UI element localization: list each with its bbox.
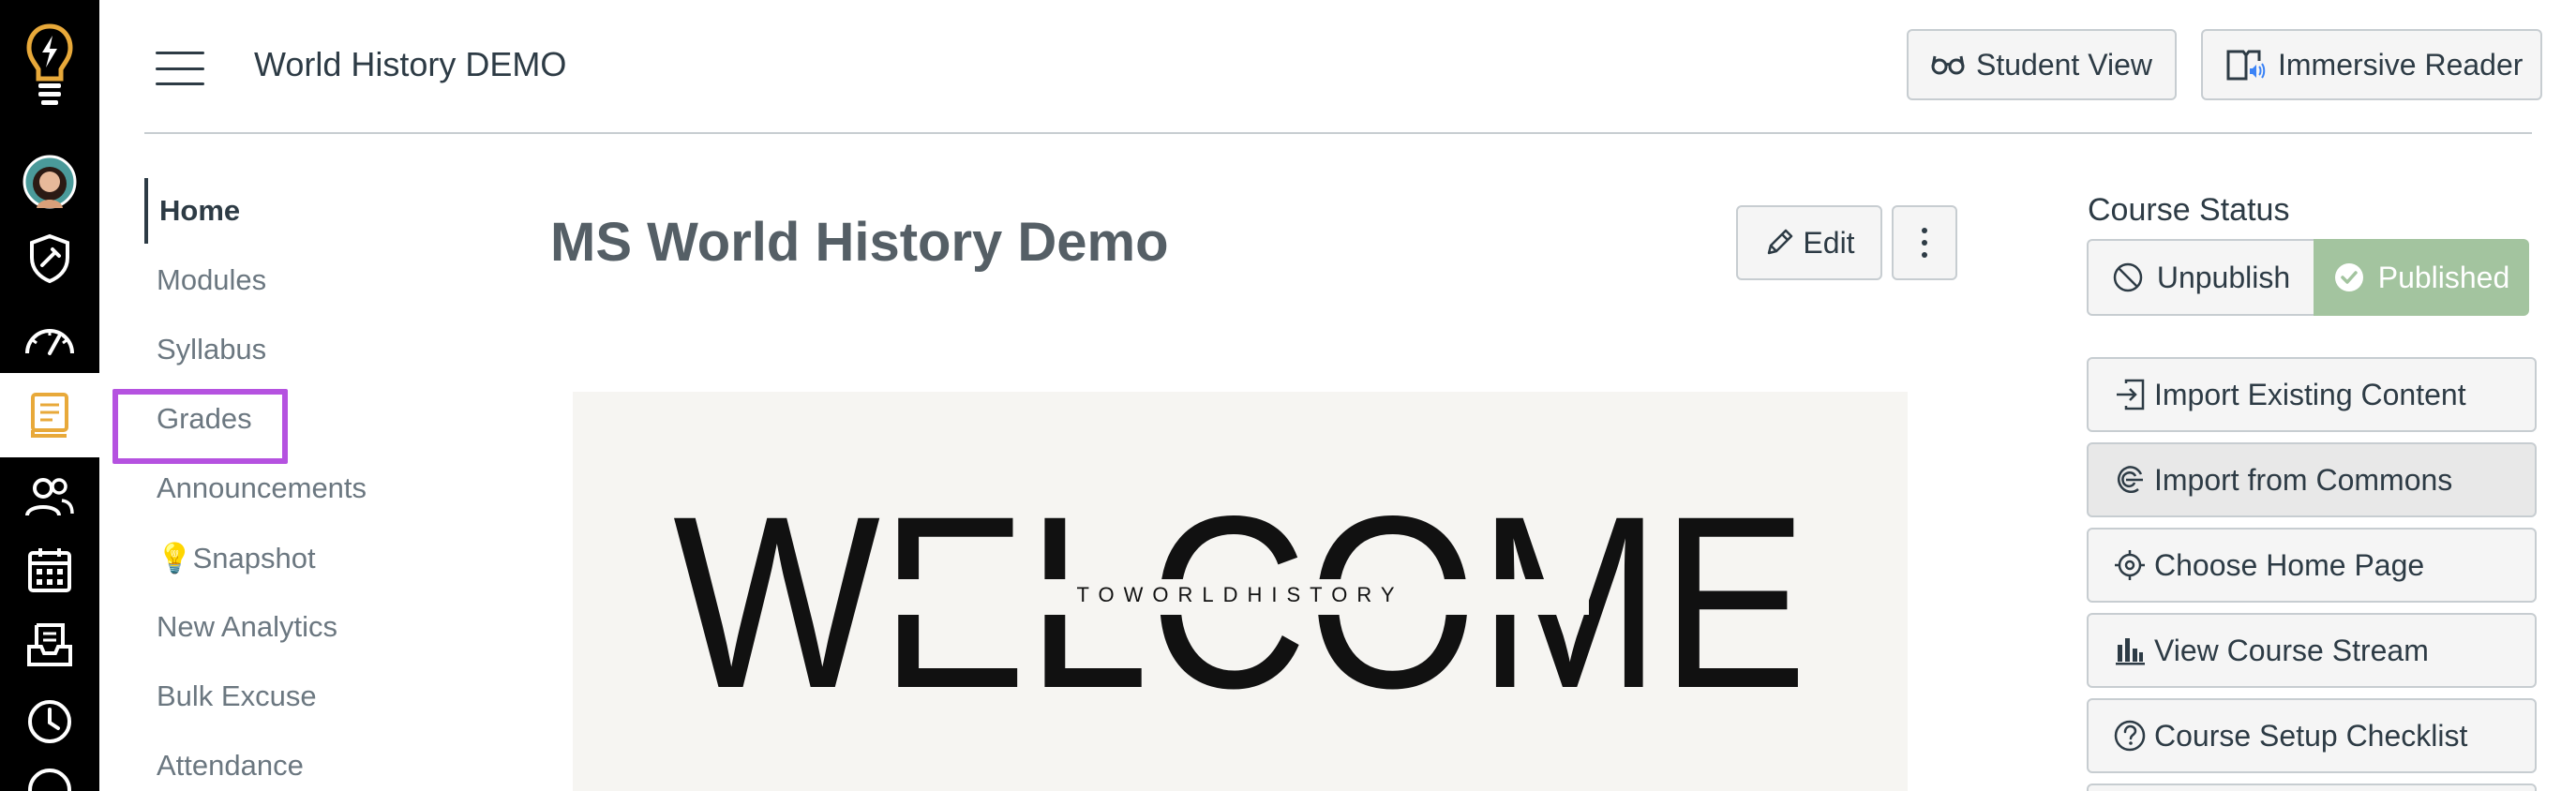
more-options-button[interactable] xyxy=(1892,205,1957,280)
edit-button[interactable]: Edit xyxy=(1736,205,1882,280)
courses-book-icon[interactable] xyxy=(0,373,99,457)
course-menu-toggle-button[interactable] xyxy=(156,52,204,85)
header-divider xyxy=(144,132,2532,134)
no-entry-icon xyxy=(2113,262,2143,292)
import-existing-label: Import Existing Content xyxy=(2154,377,2466,411)
course-setup-checklist-button[interactable]: Course Setup Checklist xyxy=(2087,698,2537,773)
course-nav-new-analytics[interactable]: New Analytics xyxy=(144,594,426,660)
commons-icon xyxy=(2118,466,2143,494)
view-course-stream-label: View Course Stream xyxy=(2154,633,2429,667)
course-nav-label: Attendance xyxy=(157,749,304,782)
kebab-dot xyxy=(1922,240,1927,246)
import-commons-label: Import from Commons xyxy=(2154,462,2453,497)
import-existing-content-button[interactable]: Import Existing Content xyxy=(2087,357,2537,432)
kebab-dot xyxy=(1922,252,1927,258)
history-clock-icon[interactable] xyxy=(0,688,99,755)
course-nav-label: New Analytics xyxy=(157,610,337,643)
groups-people-icon[interactable] xyxy=(0,463,99,530)
course-nav-syllabus[interactable]: Syllabus xyxy=(144,317,426,382)
choose-home-page-button[interactable]: Choose Home Page xyxy=(2087,528,2537,603)
course-nav-attendance[interactable]: Attendance xyxy=(144,733,426,791)
course-nav-announcements[interactable]: Announcements xyxy=(144,455,426,521)
immersive-reader-icon xyxy=(2226,50,2266,81)
publish-toggle-group: Unpublish Published xyxy=(2087,239,2529,316)
unpublish-button[interactable]: Unpublish xyxy=(2087,239,2314,316)
course-nav-label: Home xyxy=(159,194,241,227)
check-circle-icon xyxy=(2334,263,2363,291)
help-icon[interactable] xyxy=(0,767,99,791)
hamburger-line xyxy=(156,52,204,54)
course-nav-label: Modules xyxy=(157,263,267,296)
course-nav-snapshot[interactable]: 💡Snapshot xyxy=(144,525,426,590)
course-nav-label: Announcements xyxy=(157,471,367,504)
pencil-icon xyxy=(1768,229,1793,255)
course-setup-checklist-label: Course Setup Checklist xyxy=(2154,718,2468,753)
published-button[interactable]: Published xyxy=(2314,239,2529,316)
course-nav-label: 💡Snapshot xyxy=(157,541,316,575)
lightbulb-logo-icon[interactable] xyxy=(0,21,99,114)
avatar[interactable] xyxy=(0,148,99,216)
course-nav-label: Syllabus xyxy=(157,333,267,366)
calendar-icon[interactable] xyxy=(0,536,99,604)
hamburger-line xyxy=(156,67,204,70)
course-nav-label: Bulk Excuse xyxy=(157,679,317,712)
bar-chart-icon xyxy=(2116,638,2145,665)
course-nav-modules[interactable]: Modules xyxy=(144,247,426,313)
inbox-icon[interactable] xyxy=(0,611,99,679)
course-nav-grades[interactable]: Grades xyxy=(144,386,426,452)
student-view-button[interactable]: Student View xyxy=(1907,29,2177,100)
kebab-dot xyxy=(1922,228,1927,233)
import-from-commons-button[interactable]: Import from Commons xyxy=(2087,442,2537,517)
admin-shield-icon[interactable] xyxy=(0,225,99,292)
course-status-heading: Course Status xyxy=(2088,192,2290,228)
dashboard-gauge-icon[interactable] xyxy=(0,306,99,371)
banner-subtitle: TOWORLDHISTORY xyxy=(1076,583,1403,606)
hamburger-line xyxy=(156,82,204,85)
breadcrumb-course-title[interactable]: World History DEMO xyxy=(254,45,566,84)
edit-label: Edit xyxy=(1803,225,1855,260)
published-label: Published xyxy=(2377,260,2510,294)
immersive-reader-label: Immersive Reader xyxy=(2278,47,2524,82)
glasses-icon xyxy=(1931,55,1965,75)
view-course-stream-button[interactable]: View Course Stream xyxy=(2087,613,2537,688)
unpublish-label: Unpublish xyxy=(2156,260,2291,294)
next-sidebar-button[interactable] xyxy=(2087,784,2537,791)
global-navigation xyxy=(0,0,99,791)
immersive-reader-button[interactable]: Immersive Reader xyxy=(2201,29,2542,100)
page-title: MS World History Demo xyxy=(550,212,1169,273)
import-icon xyxy=(2117,379,2145,410)
welcome-banner-image: WELCOME TOWORLDHISTORY xyxy=(573,392,1908,791)
student-view-label: Student View xyxy=(1976,47,2152,82)
course-nav-label: Grades xyxy=(157,402,252,435)
choose-home-page-label: Choose Home Page xyxy=(2154,547,2425,582)
course-nav-home[interactable]: Home xyxy=(144,178,426,244)
target-icon xyxy=(2115,550,2145,580)
question-circle-icon xyxy=(2114,720,2146,752)
course-nav-bulk-excuse[interactable]: Bulk Excuse xyxy=(144,664,426,729)
